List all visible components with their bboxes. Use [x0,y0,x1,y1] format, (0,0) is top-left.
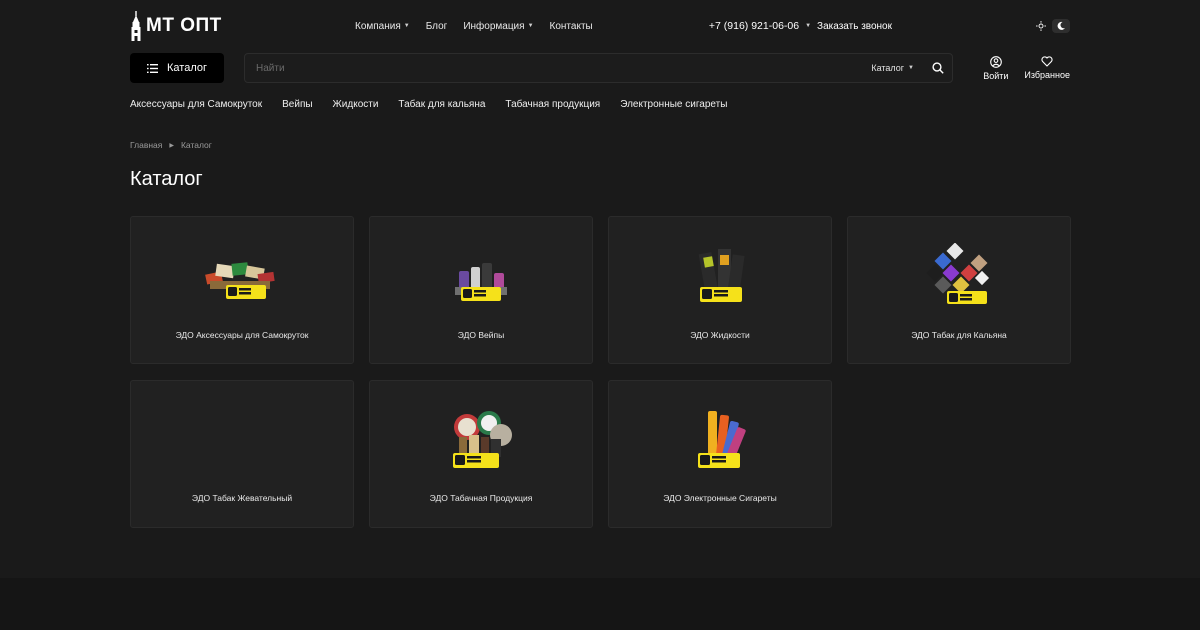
nav-info[interactable]: Информация ▼ [463,21,533,32]
search-input[interactable] [254,61,872,75]
catalog-card-vapes[interactable]: ЭДО Вейпы [369,216,593,364]
card-label: ЭДО Вейпы [457,330,505,340]
catalog-card-chewing[interactable]: ЭДО Табак Жевательный [130,380,354,528]
nav-label: Компания [355,20,401,32]
catalog-card-liquids[interactable]: ЭДО Жидкости [608,216,832,364]
favorites-button[interactable]: Избранное [1024,55,1070,81]
product-image [205,262,275,299]
search-row: Каталог Каталог▼ Войти Избранное [130,53,1070,83]
catalog-card-ecig[interactable]: ЭДО Электронные Сигареты [608,380,832,528]
heart-icon [1041,55,1053,67]
breadcrumb-home[interactable]: Главная [130,140,162,150]
nav-company[interactable]: Компания ▼ [355,21,410,32]
theme-switch [1032,19,1070,33]
search-scope-label: Каталог [871,63,905,73]
card-label: ЭДО Электронные Сигареты [663,493,777,503]
login-label: Войти [983,70,1009,81]
category-link[interactable]: Жидкости [333,99,379,110]
tower-icon [131,11,141,41]
caret-down-icon: ▼ [908,65,914,71]
product-image [453,411,512,468]
card-label: ЭДО Табачная Продукция [429,493,533,503]
catalog-card-accessories[interactable]: ЭДО Аксессуары для Самокруток [130,216,354,364]
phone-number[interactable]: +7 (916) 921-06-06 [709,20,799,32]
breadcrumb: Главная ▶ Каталог [130,140,1070,150]
moon-icon[interactable] [1052,19,1070,33]
card-label: ЭДО Жидкости [690,330,750,340]
page-title: Каталог [130,168,203,190]
logo[interactable]: МТ ОПТ [130,11,355,41]
search-icon[interactable] [932,62,944,74]
sun-icon[interactable] [1032,19,1050,33]
catalog-card-tobacco[interactable]: ЭДО Табачная Продукция [369,380,593,528]
caret-down-icon[interactable]: ▼ [805,23,811,29]
user-icon [989,55,1002,68]
catalog-grid: ЭДО Аксессуары для Самокруток ЭДО Вейпы [130,216,1071,528]
caret-down-icon: ▼ [403,23,410,29]
nav-blog[interactable]: Блог [426,21,448,32]
contact-block: +7 (916) 921-06-06 ▼ Заказать звонок [709,20,892,32]
callback-link[interactable]: Заказать звонок [817,21,892,32]
chevron-right-icon: ▶ [169,142,174,149]
card-label: ЭДО Табак Жевательный [191,493,293,503]
menu-icon [147,63,158,73]
catalog-card-hookah[interactable]: ЭДО Табак для Кальяна [847,216,1071,364]
nav-contacts[interactable]: Контакты [550,21,593,32]
search-scope-select[interactable]: Каталог ▼ [871,63,914,73]
category-link[interactable]: Табак для кальяна [398,99,485,110]
catalog-button-label: Каталог [167,62,207,74]
product-image [698,411,746,468]
top-bar: МТ ОПТ Компания ▼ Блог Информация ▼ Контак… [130,8,1070,44]
logo-text: МТ ОПТ [146,15,222,36]
category-link[interactable]: Электронные сигареты [620,99,727,110]
nav-label: Информация [463,20,525,32]
card-label: ЭДО Табак для Кальяна [911,330,1007,340]
login-button[interactable]: Войти [983,55,1009,81]
user-actions: Войти Избранное [983,55,1070,81]
product-image [926,243,990,304]
footer [0,578,1200,630]
catalog-button[interactable]: Каталог [130,53,224,83]
product-image [455,263,507,301]
search-box: Каталог▼ [244,53,953,83]
breadcrumb-current: Каталог [180,140,212,150]
nav-label: Блог [425,20,448,32]
caret-down-icon: ▼ [527,23,534,29]
favorites-label: Избранное [1024,69,1070,80]
category-nav: Аксессуары для Самокруток Вейпы Жидкости… [130,99,1070,110]
category-link[interactable]: Аксессуары для Самокруток [130,99,262,110]
product-image [698,249,745,302]
nav-label: Контакты [549,20,593,32]
top-nav: Компания ▼ Блог Информация ▼ Контакты [355,21,593,32]
category-link[interactable]: Вейпы [282,99,312,110]
card-label: ЭДО Аксессуары для Самокруток [175,330,309,340]
category-link[interactable]: Табачная продукция [505,99,600,110]
